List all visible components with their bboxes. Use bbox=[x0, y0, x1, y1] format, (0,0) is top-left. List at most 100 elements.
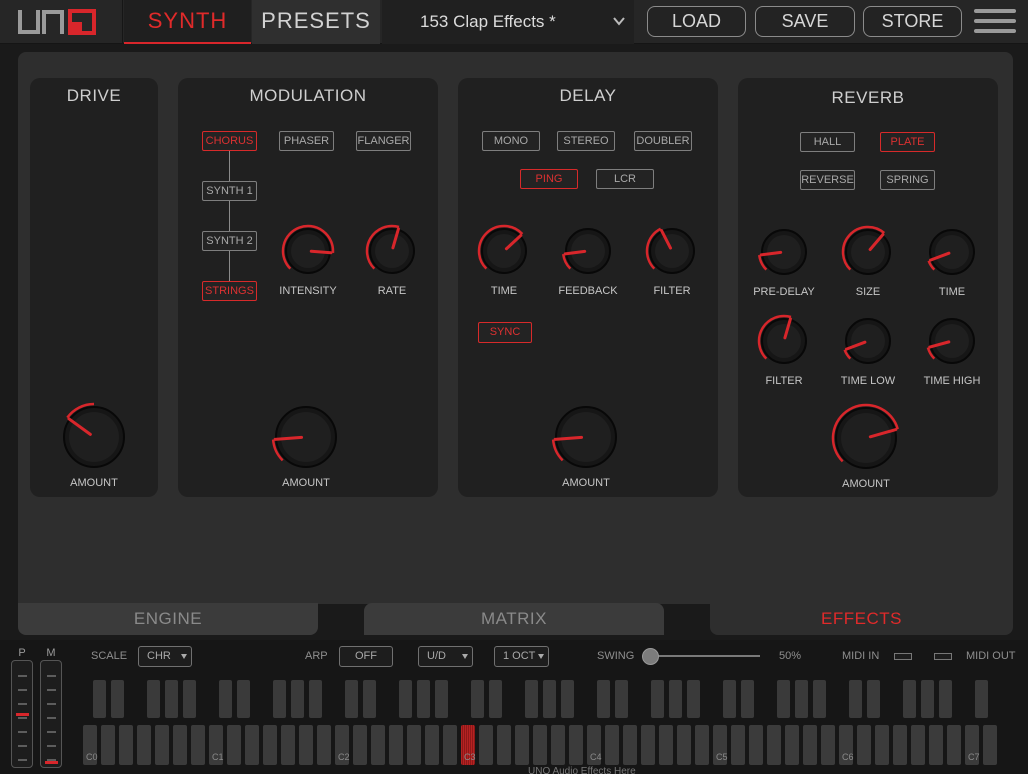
mono-button[interactable]: MONO bbox=[482, 131, 540, 151]
black-key[interactable] bbox=[849, 680, 862, 718]
white-key[interactable] bbox=[443, 725, 457, 765]
black-key[interactable] bbox=[777, 680, 790, 718]
white-key[interactable] bbox=[281, 725, 295, 765]
hamburger-menu-icon[interactable] bbox=[974, 9, 1016, 37]
black-key[interactable] bbox=[723, 680, 736, 718]
white-key[interactable] bbox=[155, 725, 169, 765]
black-key[interactable] bbox=[93, 680, 106, 718]
time-low-knob[interactable] bbox=[841, 314, 895, 373]
tab-presets[interactable]: PRESETS bbox=[252, 0, 380, 44]
black-key[interactable] bbox=[543, 680, 556, 718]
time-high-knob[interactable] bbox=[925, 314, 979, 373]
black-key[interactable] bbox=[687, 680, 700, 718]
black-key[interactable] bbox=[561, 680, 574, 718]
tab-matrix[interactable]: MATRIX bbox=[364, 603, 664, 635]
white-key[interactable] bbox=[389, 725, 403, 765]
white-key[interactable] bbox=[641, 725, 655, 765]
white-key[interactable] bbox=[533, 725, 547, 765]
white-key[interactable] bbox=[893, 725, 907, 765]
reverb-filter-knob[interactable] bbox=[757, 314, 811, 373]
white-key[interactable] bbox=[857, 725, 871, 765]
reverse-button[interactable]: REVERSE bbox=[800, 170, 855, 190]
black-key[interactable] bbox=[345, 680, 358, 718]
white-key[interactable] bbox=[785, 725, 799, 765]
white-key[interactable] bbox=[263, 725, 277, 765]
white-key[interactable] bbox=[623, 725, 637, 765]
black-key[interactable] bbox=[489, 680, 502, 718]
sync-button[interactable]: SYNC bbox=[478, 322, 532, 343]
white-key[interactable] bbox=[425, 725, 439, 765]
preset-selector[interactable]: 153 Clap Effects * bbox=[382, 0, 634, 44]
white-key[interactable] bbox=[227, 725, 241, 765]
voice-synth2-button[interactable]: SYNTH 2 bbox=[202, 231, 257, 251]
intensity-knob[interactable] bbox=[281, 224, 335, 283]
black-key[interactable] bbox=[525, 680, 538, 718]
delay-amount-knob[interactable] bbox=[551, 402, 621, 477]
white-key[interactable] bbox=[515, 725, 529, 765]
white-key[interactable] bbox=[173, 725, 187, 765]
voice-strings-button[interactable]: STRINGS bbox=[202, 281, 257, 301]
black-key[interactable] bbox=[615, 680, 628, 718]
white-key[interactable] bbox=[605, 725, 619, 765]
white-key[interactable] bbox=[911, 725, 925, 765]
modulation-amount-knob[interactable] bbox=[271, 402, 341, 477]
white-key[interactable] bbox=[479, 725, 493, 765]
black-key[interactable] bbox=[795, 680, 808, 718]
black-key[interactable] bbox=[237, 680, 250, 718]
white-key[interactable] bbox=[317, 725, 331, 765]
stereo-button[interactable]: STEREO bbox=[557, 131, 615, 151]
white-key[interactable] bbox=[767, 725, 781, 765]
black-key[interactable] bbox=[597, 680, 610, 718]
black-key[interactable] bbox=[219, 680, 232, 718]
flanger-button[interactable]: FLANGER bbox=[356, 131, 411, 151]
black-key[interactable] bbox=[903, 680, 916, 718]
white-key[interactable] bbox=[929, 725, 943, 765]
white-key[interactable] bbox=[299, 725, 313, 765]
white-key[interactable] bbox=[947, 725, 961, 765]
hall-button[interactable]: HALL bbox=[800, 132, 855, 152]
ping-button[interactable]: PING bbox=[520, 169, 578, 189]
white-key[interactable] bbox=[137, 725, 151, 765]
save-button[interactable]: SAVE bbox=[755, 6, 855, 37]
white-key[interactable] bbox=[695, 725, 709, 765]
swing-slider-track[interactable] bbox=[650, 655, 760, 657]
black-key[interactable] bbox=[165, 680, 178, 718]
black-key[interactable] bbox=[867, 680, 880, 718]
white-key[interactable] bbox=[119, 725, 133, 765]
phaser-button[interactable]: PHASER bbox=[279, 131, 334, 151]
black-key[interactable] bbox=[741, 680, 754, 718]
doubler-button[interactable]: DOUBLER bbox=[634, 131, 692, 151]
delay-filter-knob[interactable] bbox=[645, 224, 699, 283]
tab-effects[interactable]: EFFECTS bbox=[710, 603, 1013, 635]
white-key[interactable] bbox=[551, 725, 565, 765]
scale-select[interactable]: CHR bbox=[138, 646, 192, 667]
white-key[interactable] bbox=[803, 725, 817, 765]
lcr-button[interactable]: LCR bbox=[596, 169, 654, 189]
plate-button[interactable]: PLATE bbox=[880, 132, 935, 152]
white-key[interactable] bbox=[353, 725, 367, 765]
white-key[interactable] bbox=[497, 725, 511, 765]
spring-button[interactable]: SPRING bbox=[880, 170, 935, 190]
load-button[interactable]: LOAD bbox=[647, 6, 746, 37]
reverb-amount-knob[interactable] bbox=[831, 403, 901, 478]
black-key[interactable] bbox=[273, 680, 286, 718]
white-key[interactable] bbox=[821, 725, 835, 765]
black-key[interactable] bbox=[111, 680, 124, 718]
store-button[interactable]: STORE bbox=[863, 6, 962, 37]
white-key[interactable] bbox=[875, 725, 889, 765]
black-key[interactable] bbox=[147, 680, 160, 718]
black-key[interactable] bbox=[471, 680, 484, 718]
black-key[interactable] bbox=[399, 680, 412, 718]
white-key[interactable] bbox=[191, 725, 205, 765]
white-key[interactable] bbox=[371, 725, 385, 765]
size-knob[interactable] bbox=[841, 225, 895, 284]
black-key[interactable] bbox=[939, 680, 952, 718]
white-key[interactable] bbox=[659, 725, 673, 765]
black-key[interactable] bbox=[183, 680, 196, 718]
black-key[interactable] bbox=[975, 680, 988, 718]
black-key[interactable] bbox=[921, 680, 934, 718]
black-key[interactable] bbox=[435, 680, 448, 718]
delay-time-knob[interactable] bbox=[477, 224, 531, 283]
swing-slider-thumb[interactable] bbox=[642, 648, 659, 665]
arp-toggle[interactable]: OFF bbox=[339, 646, 393, 667]
